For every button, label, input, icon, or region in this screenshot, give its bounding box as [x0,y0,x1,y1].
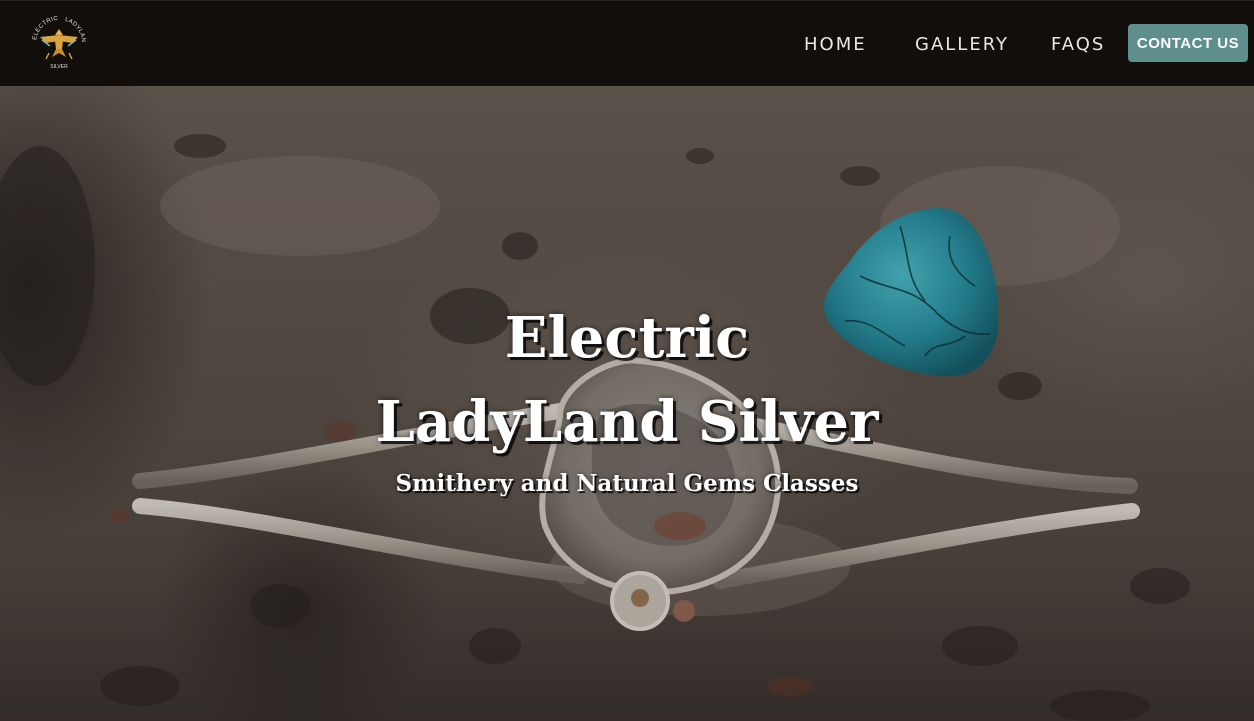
hero-title-line-1: Electric [504,305,750,371]
nav-faqs[interactable]: FAQS [1051,1,1105,87]
nav-gallery[interactable]: GALLERY [915,1,1009,87]
page: ELECTRIC LADYLAND SILVER HOME GALLERY FA… [0,0,1254,721]
nav-home[interactable]: HOME [804,1,867,87]
contact-us-button[interactable]: CONTACT US [1128,24,1248,62]
site-logo[interactable]: ELECTRIC LADYLAND SILVER [26,9,90,75]
hero-title-line-2: LadyLand Silver [375,389,879,455]
thunderbird-logo-icon: ELECTRIC LADYLAND SILVER [26,9,86,70]
hero-subtitle: Smithery and Natural Gems Classes [395,470,859,497]
hero-section: Electric LadyLand Silver Smithery and Na… [0,86,1254,721]
hero-title: Electric LadyLand Silver [0,296,1254,464]
site-header: ELECTRIC LADYLAND SILVER HOME GALLERY FA… [0,0,1254,86]
logo-text-bottom: SILVER [50,64,68,70]
